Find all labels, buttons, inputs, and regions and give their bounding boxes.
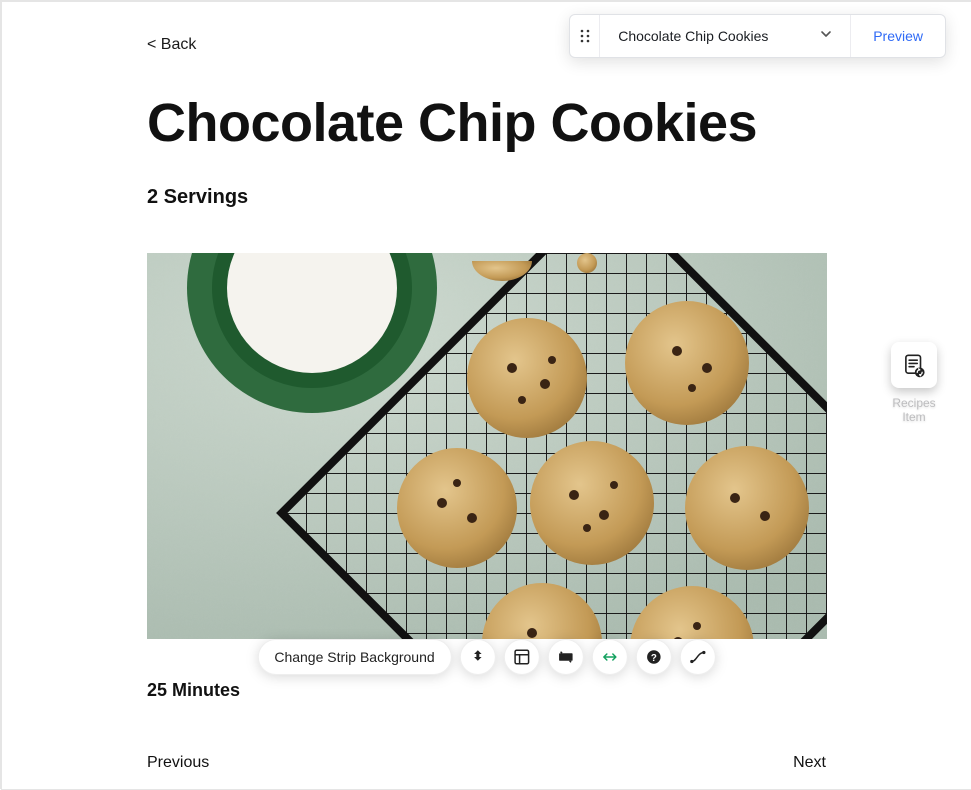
dynamic-page-chip-icon-box (891, 342, 937, 388)
more-button[interactable] (680, 639, 716, 675)
animation-button[interactable] (460, 639, 496, 675)
strip-toolbar: Change Strip Background ? (257, 639, 715, 675)
animation-icon (469, 648, 487, 666)
crop-button[interactable] (548, 639, 584, 675)
prep-time-text: 25 Minutes (147, 680, 240, 701)
back-link[interactable]: < Back (147, 36, 826, 54)
help-icon: ? (645, 648, 663, 666)
stretch-button[interactable] (592, 639, 628, 675)
page-content: < Back Chocolate Chip Cookies 2 Servings (147, 36, 826, 209)
layout-button[interactable] (504, 639, 540, 675)
svg-text:?: ? (651, 653, 657, 664)
servings-text: 2 Servings (147, 186, 826, 209)
recipes-item-icon (901, 352, 927, 378)
preview-label: Preview (873, 28, 923, 44)
crop-icon (557, 648, 575, 666)
recipe-hero-image[interactable] (147, 253, 827, 639)
change-strip-background-button[interactable]: Change Strip Background (257, 639, 451, 675)
preview-button[interactable]: Preview (850, 15, 945, 57)
stretch-icon (601, 648, 619, 666)
editor-canvas: Chocolate Chip Cookies Preview < Back Ch… (2, 2, 971, 789)
dynamic-page-chip-label: Recipes Item (889, 396, 939, 425)
page-title: Chocolate Chip Cookies (147, 92, 826, 154)
dynamic-page-chip[interactable]: Recipes Item (889, 342, 939, 425)
previous-link[interactable]: Previous (147, 754, 209, 772)
layout-icon (513, 648, 531, 666)
cookies-photo (147, 253, 827, 639)
curve-icon (689, 648, 707, 666)
help-button[interactable]: ? (636, 639, 672, 675)
next-link[interactable]: Next (793, 754, 826, 772)
